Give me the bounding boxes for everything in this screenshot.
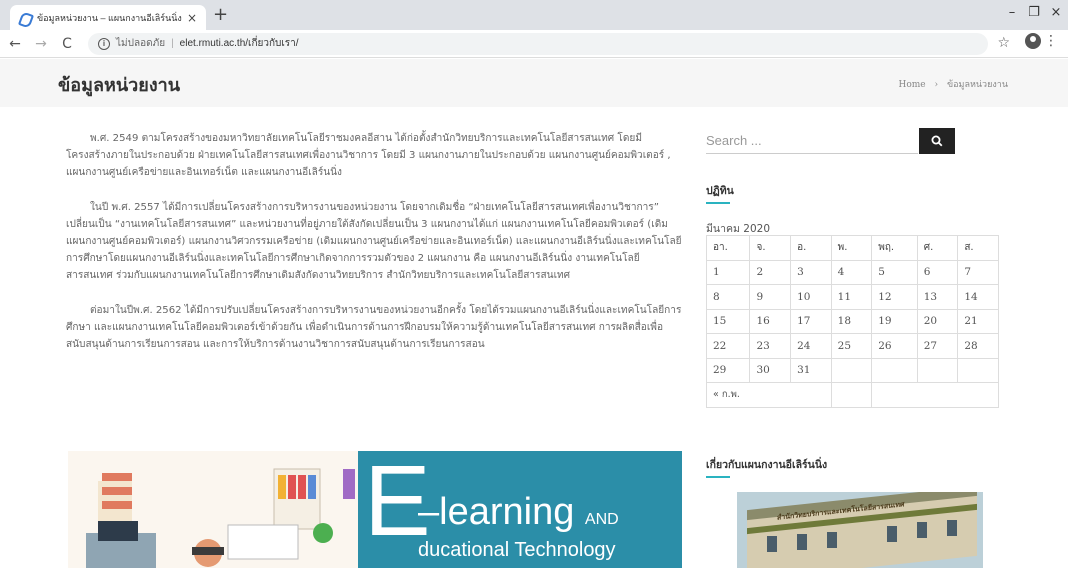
tab-title: ข้อมูลหน่วยงาน – แผนกงานอีเลิร์นนิ่ง — [37, 12, 182, 23]
calendar-day: 16 — [749, 308, 792, 334]
new-tab-button[interactable]: + — [213, 6, 228, 24]
close-window-button[interactable]: × — [1046, 5, 1066, 20]
weekday-header: อา. — [705, 235, 751, 261]
site-favicon-icon — [18, 12, 30, 24]
calendar-day: 18 — [830, 308, 873, 334]
calendar-pad — [830, 382, 873, 408]
browser-tab[interactable]: ข้อมูลหน่วยงาน – แผนกงานอีเลิร์นนิ่ง × — [10, 5, 206, 30]
calendar-widget-title: ปฏิทิน — [706, 182, 734, 204]
search-button[interactable] — [919, 128, 955, 154]
prev-month-cell: « ก.พ. — [706, 382, 832, 408]
breadcrumb-home-link[interactable]: Home — [898, 80, 925, 90]
calendar-day — [871, 357, 918, 383]
prev-month-link[interactable]: « ก.พ. — [713, 389, 740, 400]
breadcrumb-separator: › — [934, 80, 939, 90]
elearning-banner-image: E –learning AND ducational Technology — [68, 451, 682, 568]
calendar-day: 10 — [790, 284, 832, 310]
calendar-day: 29 — [705, 357, 751, 383]
calendar-day: 27 — [916, 333, 959, 359]
maximize-button[interactable]: ❐ — [1024, 5, 1044, 20]
weekday-header: ศ. — [916, 235, 959, 261]
bookmark-star-icon[interactable]: ☆ — [997, 35, 1010, 51]
reload-icon[interactable]: C — [56, 36, 78, 52]
browser-toolbar: ← → C i ไม่ปลอดภัย | elet.rmuti.ac.th/เก… — [0, 30, 1068, 58]
calendar-day: 5 — [871, 259, 918, 285]
building-window — [947, 520, 957, 536]
building-window — [827, 532, 837, 548]
calendar-day: 6 — [916, 259, 959, 285]
minimize-button[interactable]: – — [1002, 5, 1022, 20]
weekday-header: พฤ. — [871, 235, 918, 261]
office-illustration — [86, 468, 355, 568]
building-window — [767, 536, 777, 552]
calendar-day: 3 — [790, 259, 832, 285]
calendar-table: อา. จ. อ. พ. พฤ. ศ. ส. 1 2 3 4 5 6 7 8 9… — [705, 235, 999, 408]
banner-illustration — [68, 451, 358, 568]
banner-text-area: E –learning AND ducational Technology — [358, 451, 682, 568]
calendar-day: 28 — [957, 333, 999, 359]
calendar-day: 17 — [790, 308, 832, 334]
profile-icon[interactable] — [1025, 33, 1041, 49]
search-icon — [931, 135, 943, 147]
calendar-day — [957, 357, 999, 383]
calendar-day: 24 — [790, 333, 832, 359]
tab-close-icon[interactable]: × — [186, 11, 198, 25]
calendar-day: 2 — [749, 259, 792, 285]
calendar-day: 12 — [871, 284, 918, 310]
menu-dots-icon[interactable]: ⋮ — [1044, 33, 1058, 49]
breadcrumb-current: ข้อมูลหน่วยงาน — [946, 80, 1008, 90]
building-window — [797, 534, 807, 550]
calendar-day: 14 — [957, 284, 999, 310]
main-content: พ.ศ. 2549 ตามโครงสร้างของมหาวิทยาลัยเทคโ… — [66, 130, 682, 371]
weekday-header: อ. — [790, 235, 832, 261]
calendar-day — [916, 357, 959, 383]
calendar-day: 19 — [871, 308, 918, 334]
weekday-header: จ. — [749, 235, 792, 261]
calendar-day — [830, 357, 873, 383]
calendar-day: 1 — [705, 259, 751, 285]
breadcrumb: Home › ข้อมูลหน่วยงาน — [898, 77, 1008, 91]
paragraph: ต่อมาในปีพ.ศ. 2562 ได้มีการปรับเปลี่ยนโค… — [66, 305, 682, 350]
calendar-day: 9 — [749, 284, 792, 310]
calendar-day: 31 — [790, 357, 832, 383]
calendar-day: 23 — [749, 333, 792, 359]
weekday-header: พ. — [830, 235, 873, 261]
calendar-day: 7 — [957, 259, 999, 285]
forward-arrow-icon[interactable]: → — [30, 36, 52, 52]
calendar-day: 11 — [830, 284, 873, 310]
calendar-day: 21 — [957, 308, 999, 334]
calendar-day: 25 — [830, 333, 873, 359]
banner-and: AND — [584, 511, 619, 528]
weekday-header: ส. — [957, 235, 999, 261]
banner-line2: ducational Technology — [418, 539, 616, 561]
page-header: ข้อมูลหน่วยงาน Home › ข้อมูลหน่วยงาน — [0, 59, 1068, 107]
next-month-cell — [871, 382, 999, 408]
building-window — [887, 526, 897, 542]
calendar-day: 26 — [871, 333, 918, 359]
banner-line1: –learning AND — [418, 491, 619, 533]
calendar-day: 8 — [705, 284, 751, 310]
calendar-day: 22 — [705, 333, 751, 359]
url-separator: | — [171, 38, 174, 49]
about-widget-title: เกี่ยวกับแผนกงานอีเลิร์นนิ่ง — [706, 456, 827, 478]
back-arrow-icon[interactable]: ← — [4, 36, 26, 52]
calendar-day: 30 — [749, 357, 792, 383]
browser-tabbar: ข้อมูลหน่วยงาน – แผนกงานอีเลิร์นนิ่ง × +… — [0, 0, 1068, 30]
calendar-day: 20 — [916, 308, 959, 334]
paragraph: ในปี พ.ศ. 2557 ได้มีการเปลี่ยนโครงสร้างก… — [66, 202, 682, 281]
calendar-day: 15 — [705, 308, 751, 334]
calendar-day: 4 — [830, 259, 873, 285]
calendar-day: 13 — [916, 284, 959, 310]
info-icon[interactable]: i — [98, 37, 110, 50]
paragraph: พ.ศ. 2549 ตามโครงสร้างของมหาวิทยาลัยเทคโ… — [66, 133, 671, 178]
search-input[interactable]: Search ... — [706, 128, 918, 154]
building-photo: สำนักวิทยบริการและเทคโนโลยีสารสนเทศ — [737, 492, 983, 568]
building-window — [917, 522, 927, 538]
security-label[interactable]: ไม่ปลอดภัย — [116, 36, 165, 51]
address-bar[interactable]: i ไม่ปลอดภัย | elet.rmuti.ac.th/เกี่ยวกั… — [88, 32, 988, 55]
page-title: ข้อมูลหน่วยงาน — [58, 75, 181, 96]
url-text[interactable]: elet.rmuti.ac.th/เกี่ยวกับเรา/ — [180, 36, 299, 51]
